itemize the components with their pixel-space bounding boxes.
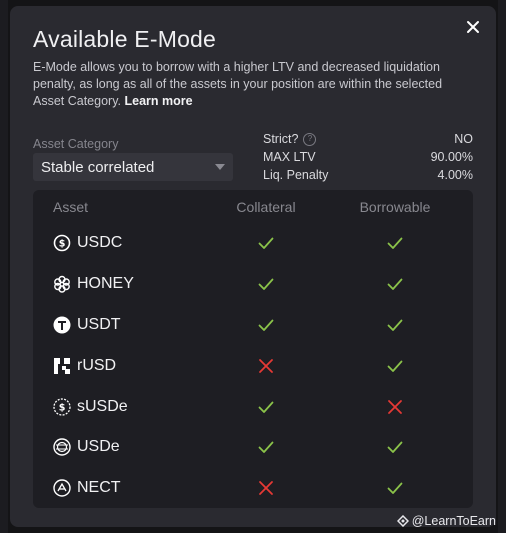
asset-cell: USDe — [33, 438, 183, 457]
diamond-logo-icon — [396, 515, 409, 527]
usdc-icon: $ — [53, 234, 71, 252]
asset-name: USDT — [77, 315, 121, 333]
max-ltv-label: MAX LTV — [263, 150, 316, 164]
asset-name: USDe — [77, 438, 120, 456]
table-header: Asset Collateral Borrowable — [33, 190, 473, 223]
asset-name: HONEY — [77, 275, 134, 293]
close-icon[interactable] — [466, 20, 480, 34]
liq-penalty-value: 4.00% — [437, 168, 473, 182]
dialog-title: Available E-Mode — [33, 26, 217, 52]
check-icon — [386, 438, 404, 456]
chevron-down-icon — [215, 164, 225, 170]
table-body: $ USDC HONEY USDT rUSD $ sUSDe USDe NECT — [33, 223, 473, 509]
asset-name: NECT — [77, 479, 121, 497]
collateral-cell — [183, 438, 349, 456]
borrowable-cell — [349, 316, 441, 334]
strict-value: NO — [454, 132, 473, 146]
check-icon — [257, 398, 275, 416]
stat-max-ltv: MAX LTV 90.00% — [263, 148, 473, 166]
emode-dialog: Available E-Mode E-Mode allows you to bo… — [10, 6, 496, 527]
check-icon — [257, 234, 275, 252]
watermark-text: @LearnToEarn — [411, 514, 496, 528]
nect-icon — [53, 479, 71, 497]
usde-icon — [53, 438, 71, 457]
stat-strict: Strict? ? NO — [263, 130, 473, 148]
check-icon — [386, 275, 404, 293]
collateral-cell — [183, 357, 349, 375]
borrowable-cell — [349, 357, 441, 375]
check-icon — [386, 234, 404, 252]
emode-stats: Strict? ? NO MAX LTV 90.00% Liq. Penalty… — [263, 130, 473, 184]
collateral-cell — [183, 398, 349, 416]
liq-penalty-label: Liq. Penalty — [263, 168, 329, 182]
close-button[interactable] — [464, 18, 482, 36]
table-row: NECT — [33, 468, 473, 509]
check-icon — [257, 275, 275, 293]
header-collateral: Collateral — [236, 198, 296, 215]
check-icon — [257, 438, 275, 456]
asset-category-select[interactable]: Stable correlated — [33, 153, 233, 181]
table-row: HONEY — [33, 264, 473, 305]
borrowable-cell — [349, 479, 441, 497]
stat-liq-penalty: Liq. Penalty 4.00% — [263, 166, 473, 184]
table-row: USDT — [33, 305, 473, 346]
asset-cell: HONEY — [33, 275, 183, 293]
svg-text:$: $ — [59, 239, 66, 250]
asset-name: USDC — [77, 234, 123, 252]
borrowable-cell — [349, 398, 441, 416]
check-icon — [386, 479, 404, 497]
asset-name: rUSD — [77, 356, 117, 374]
cross-icon — [386, 398, 404, 416]
asset-category-label: Asset Category — [33, 137, 119, 151]
asset-cell: $ sUSDe — [33, 398, 183, 416]
asset-cell: $ USDC — [33, 234, 183, 252]
header-asset: Asset — [53, 198, 89, 215]
usdt-icon — [53, 316, 71, 334]
collateral-cell — [183, 234, 349, 252]
check-icon — [386, 316, 404, 334]
header-borrowable: Borrowable — [359, 198, 431, 215]
strict-label: Strict? — [263, 132, 299, 146]
asset-cell: USDT — [33, 316, 183, 334]
assets-table: Asset Collateral Borrowable $ USDC HONEY US… — [33, 190, 473, 508]
svg-text:$: $ — [59, 402, 66, 413]
table-row: USDe — [33, 427, 473, 468]
asset-cell: NECT — [33, 479, 183, 497]
asset-name: sUSDe — [77, 397, 128, 415]
rusd-icon — [53, 357, 71, 375]
help-icon[interactable]: ? — [303, 132, 317, 146]
collateral-cell — [183, 479, 349, 497]
backdrop-right — [498, 0, 506, 533]
table-row: rUSD — [33, 345, 473, 386]
collateral-cell — [183, 275, 349, 293]
check-icon — [257, 316, 275, 334]
description-text: E-Mode allows you to borrow with a highe… — [33, 60, 443, 108]
backdrop-left — [0, 0, 8, 533]
learn-more-link[interactable]: Learn more — [125, 94, 193, 108]
watermark: @LearnToEarn — [396, 514, 496, 528]
borrowable-cell — [349, 275, 441, 293]
honey-icon — [53, 275, 71, 293]
table-row: $ USDC — [33, 223, 473, 264]
max-ltv-value: 90.00% — [430, 150, 473, 164]
asset-category-value: Stable correlated — [41, 158, 155, 176]
check-icon — [386, 357, 404, 375]
table-row: $ sUSDe — [33, 386, 473, 427]
borrowable-cell — [349, 438, 441, 456]
dialog-description: E-Mode allows you to borrow with a highe… — [33, 59, 473, 110]
susde-icon: $ — [53, 397, 71, 416]
collateral-cell — [183, 316, 349, 334]
cross-icon — [257, 357, 275, 375]
borrowable-cell — [349, 234, 441, 252]
asset-cell: rUSD — [33, 357, 183, 375]
cross-icon — [257, 479, 275, 497]
